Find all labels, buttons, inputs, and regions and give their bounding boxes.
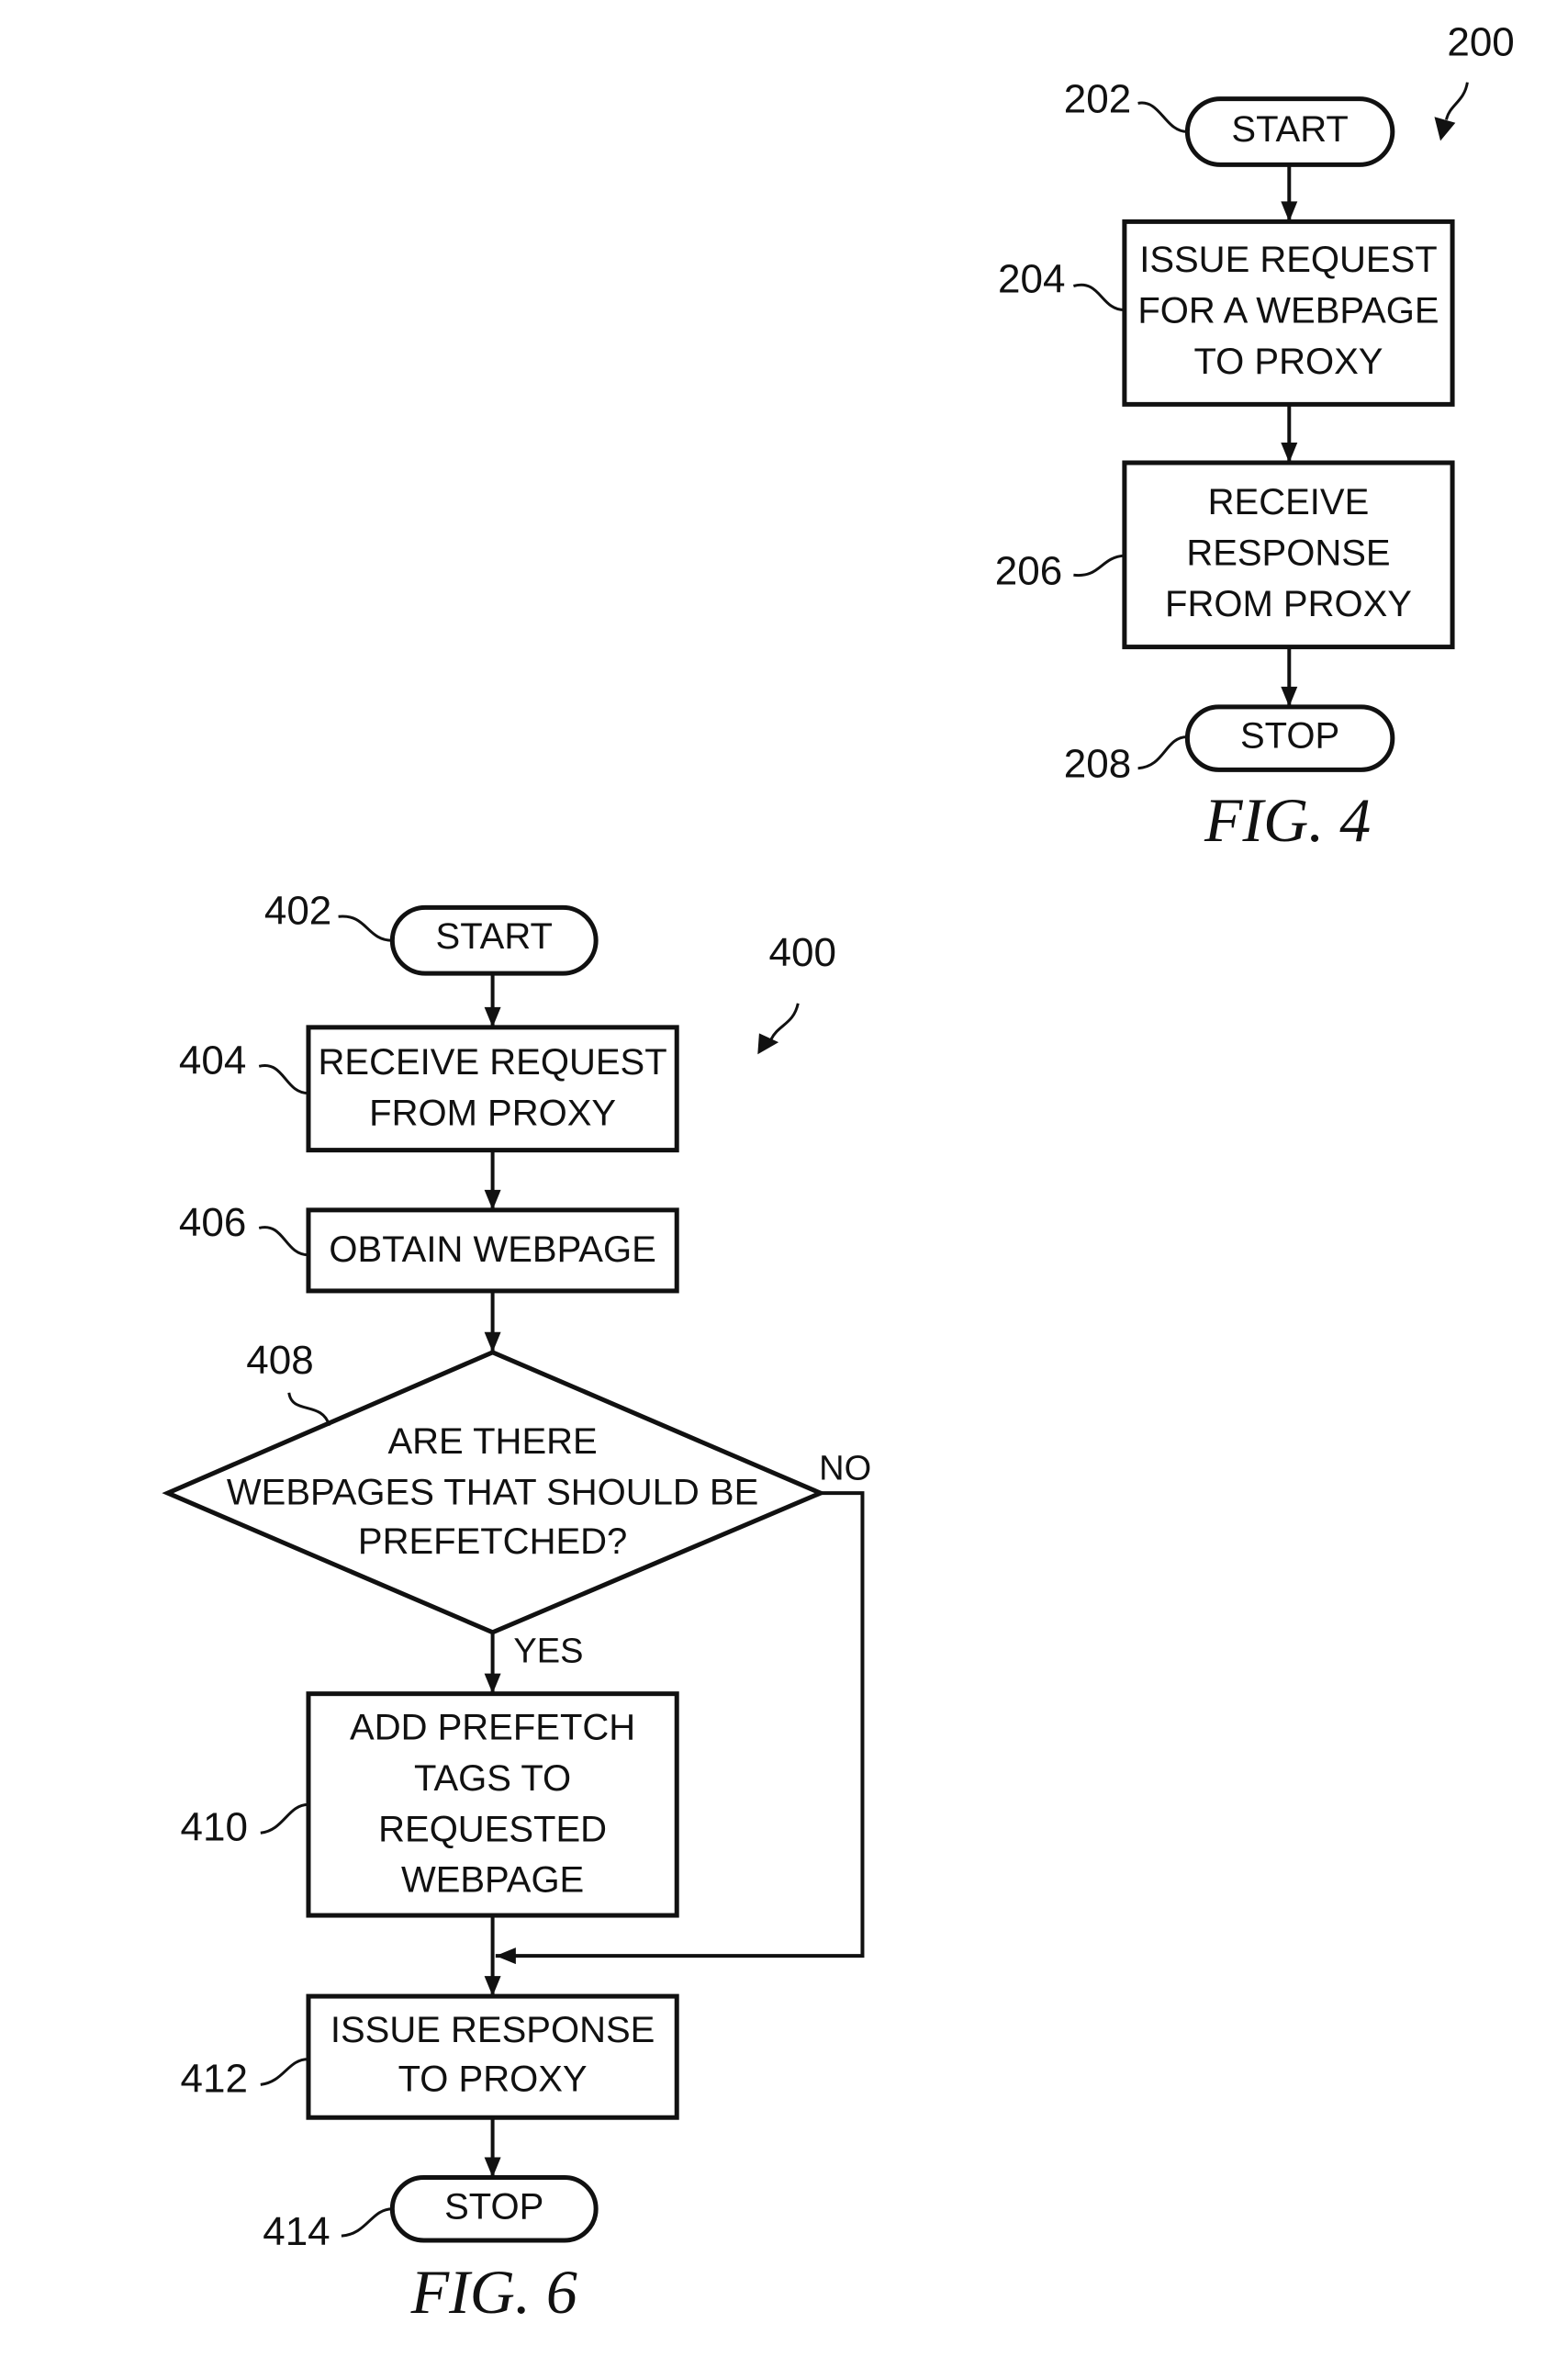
node-label: TAGS TO xyxy=(414,1758,571,1799)
node-label: ISSUE RESPONSE xyxy=(330,2010,655,2050)
flow-edge-408-410: YES xyxy=(484,1633,583,1694)
reference-numeral: 414 xyxy=(263,2209,330,2254)
node-label: OBTAIN WEBPAGE xyxy=(329,1229,655,1270)
node-label: TO PROXY xyxy=(398,2059,588,2100)
figure-caption: FIG. 6 xyxy=(410,2257,577,2327)
arrowhead xyxy=(484,1331,501,1352)
node-label: STOP xyxy=(1240,716,1339,757)
flow-edge-406-408 xyxy=(484,1290,501,1352)
leader-line xyxy=(1137,101,1188,133)
node-label: WEBPAGES THAT SHOULD BE xyxy=(227,1472,758,1512)
figure-6-flowchart: START 402 RECEIVE REQUEST FROM PROXY 404 OBTA… xyxy=(162,889,871,2327)
leader-line xyxy=(260,2058,309,2086)
leader-line xyxy=(1073,554,1126,577)
arrowhead xyxy=(484,2157,501,2178)
leader-line xyxy=(258,1226,309,1257)
node-label: RECEIVE REQUEST xyxy=(319,1042,667,1083)
reference-arrowhead xyxy=(1434,117,1456,141)
node-label: ADD PREFETCH xyxy=(350,1707,635,1747)
reference-arrow xyxy=(1445,82,1469,120)
reference-arrow xyxy=(769,1003,800,1040)
arrowhead xyxy=(495,1947,516,1965)
figure-caption: FIG. 4 xyxy=(1204,785,1371,855)
flow-node-404: RECEIVE REQUEST FROM PROXY 404 xyxy=(179,1025,679,1153)
branch-label-yes: YES xyxy=(513,1633,583,1671)
reference-numeral: 402 xyxy=(264,889,331,934)
flow-edge-404-406 xyxy=(484,1150,501,1210)
flow-edge-206-208 xyxy=(1281,646,1298,707)
flow-node-202: START 202 xyxy=(1064,77,1395,167)
figure-4-flowchart: START 202 ISSUE REQUEST FOR A WEBPAGE TO PRO… xyxy=(995,20,1515,855)
flow-node-414: STOP 414 xyxy=(263,2174,599,2254)
reference-arrowhead xyxy=(757,1033,779,1055)
flow-edge-204-206 xyxy=(1281,404,1298,463)
arrowhead xyxy=(484,1673,501,1694)
reference-numeral: 412 xyxy=(181,2057,248,2102)
flow-node-206: RECEIVE RESPONSE FROM PROXY 206 xyxy=(995,460,1455,650)
arrowhead xyxy=(484,1189,501,1210)
node-label: FROM PROXY xyxy=(369,1094,616,1134)
node-label: ARE THERE xyxy=(387,1421,597,1462)
figure-reference: 200 xyxy=(1434,20,1515,141)
figure-reference: 400 xyxy=(757,930,836,1055)
node-label: PREFETCHED? xyxy=(358,1521,627,1562)
leader-line xyxy=(338,915,393,942)
flow-node-410: ADD PREFETCH TAGS TO REQUESTED WEBPAGE 410 xyxy=(181,1691,679,1918)
flow-node-412: ISSUE RESPONSE TO PROXY 412 xyxy=(181,1993,679,2120)
reference-numeral: 208 xyxy=(1064,742,1131,787)
leader-line xyxy=(341,2207,393,2238)
reference-numeral: 204 xyxy=(998,256,1065,301)
flow-node-204: ISSUE REQUEST FOR A WEBPAGE TO PROXY 204 xyxy=(998,219,1455,407)
reference-numeral: 406 xyxy=(179,1200,246,1245)
leader-line xyxy=(1137,735,1188,770)
flow-node-406: OBTAIN WEBPAGE 406 xyxy=(179,1200,679,1294)
leader-line xyxy=(260,1802,309,1835)
flow-edge-202-204 xyxy=(1281,164,1298,222)
leader-line xyxy=(1073,283,1126,312)
node-label: FOR A WEBPAGE xyxy=(1137,290,1439,331)
leader-line xyxy=(258,1064,309,1095)
arrowhead xyxy=(1281,201,1298,222)
arrowhead xyxy=(1281,686,1298,707)
flow-edge-412-414 xyxy=(484,2117,501,2178)
node-label: ISSUE REQUEST xyxy=(1139,240,1438,280)
flow-edge-402-404 xyxy=(484,973,501,1027)
node-label: WEBPAGE xyxy=(401,1860,584,1901)
arrowhead xyxy=(484,1006,501,1027)
flow-node-208: STOP 208 xyxy=(1064,704,1395,787)
flow-node-402: START 402 xyxy=(264,889,599,976)
flow-node-408: ARE THERE WEBPAGES THAT SHOULD BE PREFETCH… xyxy=(162,1338,827,1635)
reference-numeral: 404 xyxy=(179,1038,246,1083)
branch-label-no: NO xyxy=(819,1450,871,1488)
arrowhead xyxy=(1281,442,1298,463)
arrowhead xyxy=(484,1976,501,1997)
node-label: REQUESTED xyxy=(378,1809,607,1849)
reference-numeral: 202 xyxy=(1064,77,1131,122)
node-label: START xyxy=(1231,109,1348,150)
node-label: STOP xyxy=(444,2186,543,2227)
reference-numeral: 206 xyxy=(995,548,1062,593)
figure-reference-numeral: 400 xyxy=(769,930,836,975)
node-label: START xyxy=(436,916,553,957)
reference-numeral: 408 xyxy=(246,1338,313,1383)
node-label: TO PROXY xyxy=(1193,342,1383,382)
reference-numeral: 410 xyxy=(181,1805,248,1850)
node-label: RECEIVE xyxy=(1208,482,1370,522)
patent-drawing-sheet: START 202 ISSUE REQUEST FOR A WEBPAGE TO PRO… xyxy=(162,20,1515,2327)
node-label: FROM PROXY xyxy=(1165,584,1412,624)
figure-reference-numeral: 200 xyxy=(1447,20,1514,65)
node-label: RESPONSE xyxy=(1186,533,1390,574)
leader-line xyxy=(287,1392,331,1427)
